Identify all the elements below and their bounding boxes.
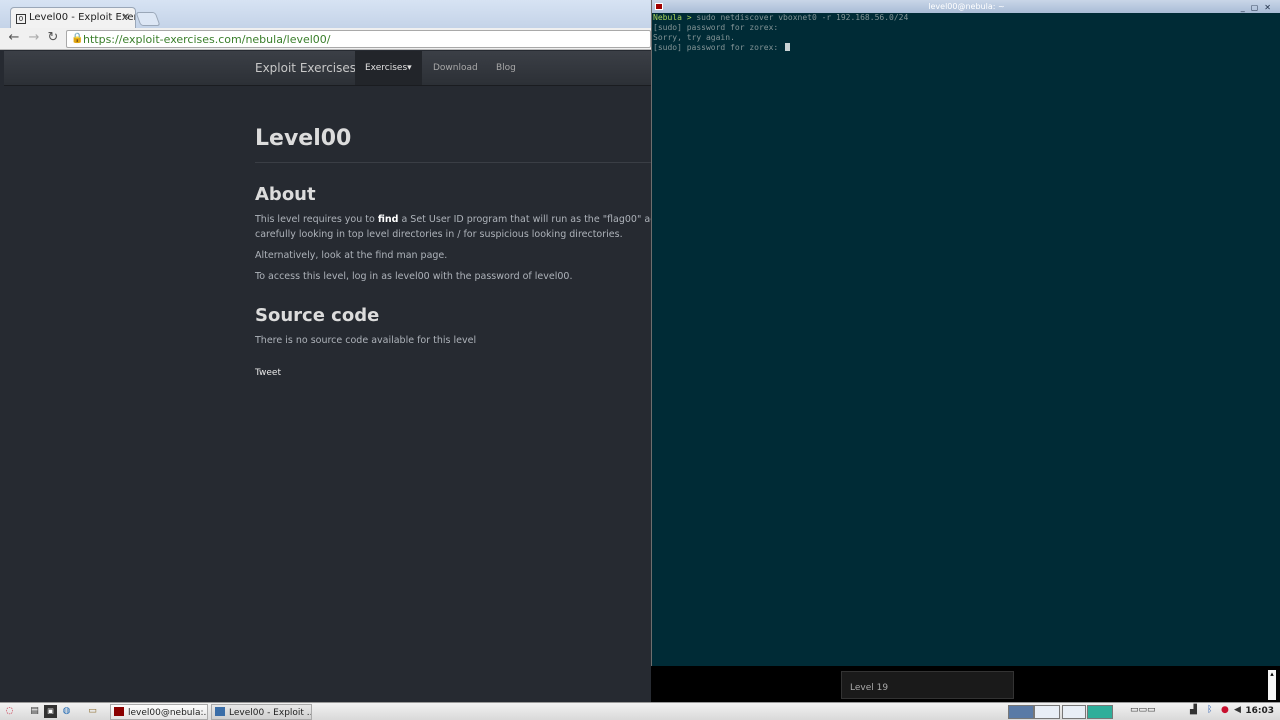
source-code-heading: Source code [255,305,380,326]
power-icon[interactable]: ● [1221,705,1229,715]
terminal-command: sudo netdiscover vboxnet0 -r 192.168.56.… [696,13,909,22]
scrollbar[interactable]: ▴ [1268,670,1276,700]
workspace-pager-3[interactable] [1062,705,1086,719]
terminal-task-icon [114,707,124,716]
terminal-prompt: Nebula > [653,13,697,22]
tweet-link[interactable]: Tweet [255,368,651,378]
page-content: Level00 About This level requires you to… [255,90,651,378]
about-paragraph-1: This level requires you to find a Set Us… [255,214,651,240]
debian-menu-icon[interactable]: ◌ [3,705,16,718]
terminal-launcher-icon[interactable]: ▣ [44,705,57,718]
terminal-cursor [785,43,791,51]
file-manager-icon[interactable]: ▤ [28,705,41,718]
page-title: Level00 [255,126,651,163]
about-heading: About [255,184,316,205]
browser-window: 0 Level00 - Exploit Exer ✕ ← → ↻ 🔒 https:… [0,0,651,702]
close-tab-icon[interactable]: ✕ [122,12,130,23]
task-label: Level00 - Exploit ... [229,708,312,718]
terminal-line: [sudo] password for zorex: [653,23,779,32]
volume-icon[interactable]: ◀ [1234,705,1241,715]
terminal-titlebar[interactable]: level00@nebula: ~ _▢✕ [652,0,1280,13]
forward-arrow-icon[interactable]: → [26,30,42,46]
reload-icon[interactable]: ↻ [45,30,61,46]
terminal-line: Sorry, try again. [653,33,735,42]
lock-icon: 🔒 [71,33,84,44]
window-controls-icon[interactable]: _▢✕ [1241,1,1277,14]
nav-blog-link[interactable]: Blog [486,51,526,85]
taskbar-task-terminal[interactable]: level00@nebula:... [110,704,208,720]
lower-panel: Level 19 ▴ [651,666,1280,702]
favicon-icon: 0 [16,14,26,24]
browser-task-icon [215,707,225,716]
workspace-pager-4[interactable] [1087,705,1113,719]
source-code-paragraph: There is no source code available for th… [255,335,477,346]
task-label: level00@nebula:... [128,708,208,718]
site-brand-link[interactable]: Exploit Exercises [255,61,356,75]
new-tab-button[interactable] [135,12,161,26]
taskbar: ◌ ▤ ▣ ◍ ▭ level00@nebula:... Level00 - E… [0,702,1280,720]
workspace-pager-1[interactable] [1008,705,1034,719]
taskbar-task-browser[interactable]: Level00 - Exploit ... [211,704,312,720]
terminal-output[interactable]: Nebula > sudo netdiscover vboxnet0 -r 19… [652,13,908,53]
folder-icon[interactable]: ▭ [86,705,99,718]
browser-tab[interactable]: 0 Level00 - Exploit Exer ✕ [10,7,136,28]
about-paragraph-3: To access this level, log in as level00 … [255,271,573,282]
terminal-app-icon [655,3,663,10]
clock[interactable]: 16:03 [1245,706,1274,716]
site-navbar: Exploit Exercises Exercises▾ Download Bl… [4,51,651,86]
nav-exercises-dropdown[interactable]: Exercises▾ [355,51,422,85]
network-icon[interactable]: ▟ [1190,705,1197,715]
bluetooth-icon[interactable]: ᛒ [1207,705,1212,715]
back-arrow-icon[interactable]: ← [6,30,22,46]
tab-title: Level00 - Exploit Exer [29,12,136,23]
terminal-line: [sudo] password for zorex: [653,43,784,52]
panel-item-level19[interactable]: Level 19 [841,671,1014,699]
address-bar[interactable]: 🔒 https://exploit-exercises.com/nebula/l… [66,30,651,48]
tab-strip: 0 Level00 - Exploit Exer ✕ [0,0,651,28]
browser-toolbar: ← → ↻ 🔒 https://exploit-exercises.com/ne… [0,28,651,50]
terminal-window[interactable]: level00@nebula: ~ _▢✕ Nebula > sudo netd… [651,0,1280,666]
url-text: https://exploit-exercises.com/nebula/lev… [83,33,331,46]
browser-launcher-icon[interactable]: ◍ [60,705,73,718]
about-paragraph-2: Alternatively, look at the find man page… [255,250,448,261]
terminal-title: level00@nebula: ~ [928,2,1005,11]
workspace-pager-2[interactable] [1034,705,1060,719]
nav-download-link[interactable]: Download [423,51,488,85]
tray-panel-icon[interactable]: ▭▭▭ [1130,705,1156,715]
